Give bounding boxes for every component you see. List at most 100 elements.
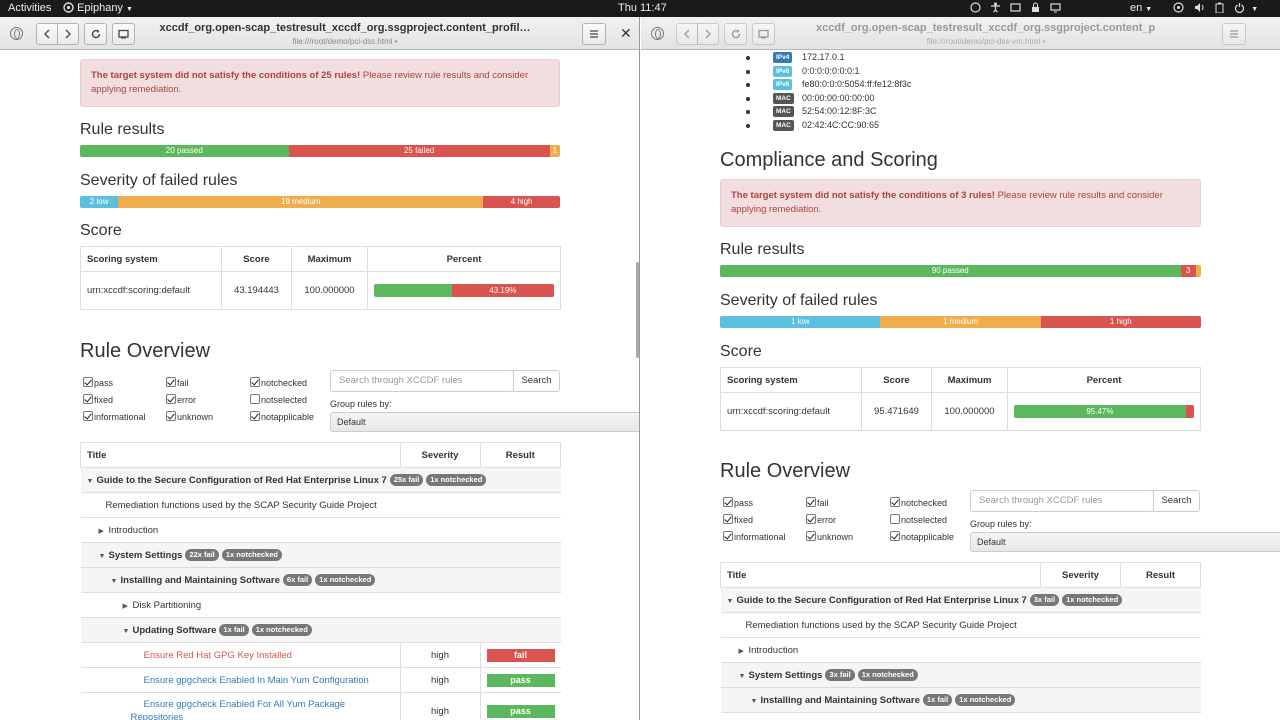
col-severity[interactable]: Severity xyxy=(399,442,481,468)
reload-button[interactable] xyxy=(724,23,747,45)
caret-down-icon[interactable]: ▼ xyxy=(87,478,97,485)
status-icons-left[interactable] xyxy=(970,2,1061,14)
back-button[interactable] xyxy=(676,23,698,45)
caret-down-icon[interactable]: ▼ xyxy=(111,578,121,585)
caret-right-icon[interactable]: ▶ xyxy=(99,527,109,535)
language-menu[interactable]: en ▼ xyxy=(1130,2,1152,14)
group-rules-select[interactable]: Default xyxy=(970,532,1280,552)
checkbox-icon[interactable] xyxy=(166,411,176,421)
overview-button[interactable] xyxy=(752,23,775,45)
rule-link-continued[interactable]: Repositories xyxy=(131,712,184,720)
caret-down-icon[interactable]: ▼ xyxy=(751,698,761,705)
scrollbar[interactable] xyxy=(636,262,639,358)
search-button[interactable]: Search xyxy=(513,370,560,392)
col-result[interactable]: Result xyxy=(1120,562,1201,588)
checkbox-icon[interactable] xyxy=(806,514,816,524)
status-icons-right[interactable]: ▼ xyxy=(1173,2,1258,14)
group-row[interactable]: ▼ Guide to the Secure Configuration of Re… xyxy=(80,467,561,493)
filter-unknown-checkbox[interactable]: unknown xyxy=(806,531,853,542)
reload-button[interactable] xyxy=(84,23,107,45)
result-badge-fail[interactable]: fail xyxy=(486,648,555,662)
page-menu-button[interactable] xyxy=(582,23,606,45)
page-menu-button[interactable] xyxy=(1222,23,1246,45)
window-url[interactable]: file:///root/demo/pci-dss.html • xyxy=(140,37,550,46)
app-menu[interactable]: Epiphany ▼ xyxy=(63,2,133,14)
search-input[interactable]: Search through XCCDF rules xyxy=(330,370,514,392)
rule-row[interactable]: Ensure gpgcheck Enabled For All Yum Pack… xyxy=(80,692,561,720)
filter-fail-checkbox[interactable]: fail xyxy=(166,377,189,388)
checkbox-icon[interactable] xyxy=(806,531,816,541)
filter-pass-checkbox[interactable]: pass xyxy=(83,377,113,388)
forward-button[interactable] xyxy=(57,23,79,45)
filter-notapplicable-checkbox[interactable]: notapplicable xyxy=(890,531,954,542)
forward-button[interactable] xyxy=(697,23,719,45)
col-title[interactable]: Title xyxy=(80,442,401,468)
col-severity[interactable]: Severity xyxy=(1040,562,1121,588)
group-row[interactable]: Remediation functions used by the SCAP S… xyxy=(720,612,1201,638)
group-row[interactable]: ▼ System Settings 22x fail 1x notchecked xyxy=(80,542,561,568)
checkbox-icon[interactable] xyxy=(250,411,260,421)
checkbox-icon[interactable] xyxy=(890,497,900,507)
activities-button[interactable]: Activities xyxy=(8,2,51,14)
checkbox-icon[interactable] xyxy=(83,394,93,404)
group-row[interactable]: ▼ Installing and Maintaining Software 1x f… xyxy=(720,687,1201,713)
checkbox-icon[interactable] xyxy=(83,411,93,421)
caret-down-icon[interactable]: ▼ xyxy=(727,598,737,605)
group-row[interactable]: ▶Disk Partitioning xyxy=(80,592,561,618)
filter-fixed-checkbox[interactable]: fixed xyxy=(83,394,113,405)
result-badge-pass[interactable]: pass xyxy=(486,673,555,687)
filter-fail-checkbox[interactable]: fail xyxy=(806,497,829,508)
filter-notchecked-checkbox[interactable]: notchecked xyxy=(250,377,307,388)
col-result[interactable]: Result xyxy=(479,442,561,468)
caret-right-icon[interactable]: ▶ xyxy=(123,602,133,610)
checkbox-icon[interactable] xyxy=(83,377,93,387)
caret-down-icon[interactable]: ▼ xyxy=(99,553,109,560)
filter-notchecked-checkbox[interactable]: notchecked xyxy=(890,497,947,508)
group-row[interactable]: ▼ System Settings 3x fail 1x notchecked xyxy=(720,662,1201,688)
group-row[interactable]: Remediation functions used by the SCAP S… xyxy=(80,492,561,518)
checkbox-icon[interactable] xyxy=(166,377,176,387)
group-rules-select[interactable]: Default xyxy=(330,412,639,432)
caret-down-icon[interactable]: ▼ xyxy=(123,628,133,635)
filter-pass-checkbox[interactable]: pass xyxy=(723,497,753,508)
rule-link[interactable]: Ensure Red Hat GPG Key Installed xyxy=(144,650,292,661)
group-row[interactable]: ▶Disk Partitioning xyxy=(720,712,1201,720)
group-row[interactable]: ▶ Introduction xyxy=(80,517,561,543)
back-button[interactable] xyxy=(36,23,58,45)
caret-down-icon[interactable]: ▼ xyxy=(739,673,749,680)
checkbox-icon[interactable] xyxy=(250,394,260,404)
rule-link[interactable]: Ensure gpgcheck Enabled In Main Yum Conf… xyxy=(144,675,369,686)
overview-button[interactable] xyxy=(112,23,135,45)
result-badge-pass[interactable]: pass xyxy=(486,704,555,718)
filter-informational-checkbox[interactable]: informational xyxy=(723,531,786,542)
checkbox-icon[interactable] xyxy=(723,514,733,524)
filter-notselected-checkbox[interactable]: notselected xyxy=(890,514,947,525)
window-url[interactable]: file:///root/demo/pci-dss-vm.html • xyxy=(816,37,1156,46)
filter-error-checkbox[interactable]: error xyxy=(806,514,836,525)
filter-unknown-checkbox[interactable]: unknown xyxy=(166,411,213,422)
clock[interactable]: Thu 11:47 xyxy=(618,2,667,14)
rule-row[interactable]: Ensure gpgcheck Enabled In Main Yum Conf… xyxy=(80,667,561,693)
filter-notselected-checkbox[interactable]: notselected xyxy=(250,394,307,405)
checkbox-icon[interactable] xyxy=(166,394,176,404)
checkbox-icon[interactable] xyxy=(806,497,816,507)
checkbox-icon[interactable] xyxy=(890,531,900,541)
rule-link[interactable]: Ensure gpgcheck Enabled For All Yum Pack… xyxy=(144,699,346,710)
checkbox-icon[interactable] xyxy=(890,514,900,524)
filter-fixed-checkbox[interactable]: fixed xyxy=(723,514,753,525)
group-row[interactable]: ▼ Installing and Maintaining Software 6x f… xyxy=(80,567,561,593)
filter-informational-checkbox[interactable]: informational xyxy=(83,411,146,422)
group-row[interactable]: ▶ Introduction xyxy=(720,637,1201,663)
group-row[interactable]: ▼ Guide to the Secure Configuration of Re… xyxy=(720,587,1201,613)
checkbox-icon[interactable] xyxy=(723,497,733,507)
search-button[interactable]: Search xyxy=(1153,490,1200,512)
close-window-button[interactable]: ✕ xyxy=(620,25,632,42)
filter-notapplicable-checkbox[interactable]: notapplicable xyxy=(250,411,314,422)
checkbox-icon[interactable] xyxy=(250,377,260,387)
caret-right-icon[interactable]: ▶ xyxy=(739,647,749,655)
col-title[interactable]: Title xyxy=(720,562,1041,588)
filter-error-checkbox[interactable]: error xyxy=(166,394,196,405)
checkbox-icon[interactable] xyxy=(723,531,733,541)
rule-row[interactable]: Ensure Red Hat GPG Key Installed high fail xyxy=(80,642,561,668)
search-input[interactable]: Search through XCCDF rules xyxy=(970,490,1154,512)
